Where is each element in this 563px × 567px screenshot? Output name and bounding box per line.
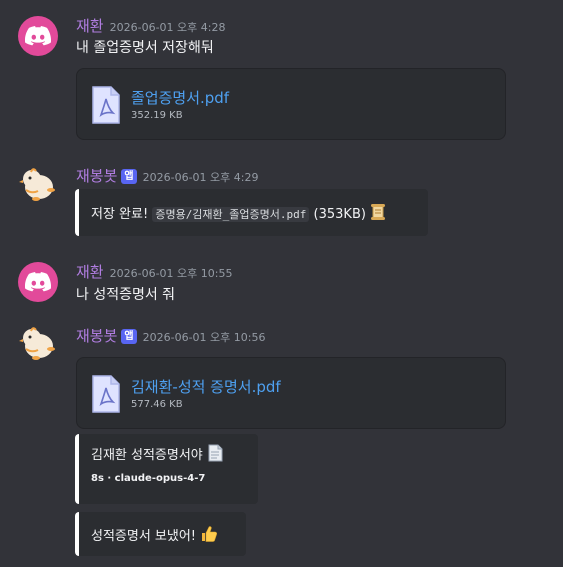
message-text: 나 성적증명서 줘 (76, 287, 176, 303)
app-badge: 앱 (121, 169, 137, 184)
scroll-icon (371, 204, 386, 220)
attachment-size: 352.19 KB (131, 110, 183, 121)
author-name[interactable]: 재환 2026-06-01 오후 10:55 (76, 261, 232, 282)
bot-avatar[interactable] (18, 323, 58, 363)
author-label[interactable]: 재봉봇 (76, 167, 117, 185)
author-label[interactable]: 재환 (76, 17, 104, 35)
embed-footer: 8s · claude-opus-4-7 (91, 473, 206, 484)
attachment-size: 577.46 KB (131, 399, 183, 410)
attachment-filename[interactable]: 김재환-성적 증명서.pdf (131, 376, 281, 397)
embed-prefix: 저장 완료! (91, 207, 149, 222)
user-avatar[interactable] (18, 16, 58, 56)
embed-text: 김재환 성적증명서야 (91, 444, 246, 463)
bot-embed: 김재환 성적증명서야 8s · claude-opus-4-7 (75, 434, 258, 504)
author-name[interactable]: 재봉봇 앱 2026-06-01 오후 10:56 (76, 325, 265, 346)
timestamp: 2026-06-01 오후 4:29 (142, 171, 259, 184)
embed-text: 저장 완료! 증명용/김재환_졸업증명서.pdf (353KB) (91, 203, 386, 222)
bot-embed: 저장 완료! 증명용/김재환_졸업증명서.pdf (353KB) (75, 189, 428, 236)
embed-text-label: 김재환 성적증명서야 (91, 448, 203, 463)
embed-text-label: 성적증명서 보냈어! (91, 528, 197, 544)
user-avatar[interactable] (18, 262, 58, 302)
message-text: 내 졸업증명서 저장해둬 (76, 40, 214, 56)
file-attachment[interactable]: 김재환-성적 증명서.pdf 577.46 KB (76, 357, 506, 429)
attachment-filename[interactable]: 졸업증명서.pdf (131, 87, 229, 108)
timestamp: 2026-06-01 오후 10:56 (142, 331, 266, 344)
author-name[interactable]: 재환 2026-06-01 오후 4:28 (76, 15, 225, 36)
author-name[interactable]: 재봉봇 앱 2026-06-01 오후 4:29 (76, 165, 258, 186)
file-attachment[interactable]: 졸업증명서.pdf 352.19 KB (76, 68, 506, 140)
discord-logo-icon (25, 26, 51, 46)
embed-text: 성적증명서 보냈어! (91, 525, 218, 544)
embed-suffix: (353KB) (313, 207, 366, 222)
pdf-file-icon (92, 86, 120, 124)
app-badge: 앱 (121, 329, 137, 344)
inline-code-path: 증명용/김재환_졸업증명서.pdf (152, 207, 310, 222)
author-label[interactable]: 재환 (76, 263, 104, 281)
timestamp: 2026-06-01 오후 10:55 (109, 267, 233, 280)
bot-avatar[interactable] (18, 164, 58, 204)
document-icon (208, 444, 223, 462)
author-label[interactable]: 재봉봇 (76, 327, 117, 345)
thumbs-up-icon (202, 525, 218, 542)
bot-embed: 성적증명서 보냈어! (75, 512, 246, 556)
discord-logo-icon (25, 272, 51, 292)
pdf-file-icon (92, 375, 120, 413)
timestamp: 2026-06-01 오후 4:28 (109, 21, 226, 34)
